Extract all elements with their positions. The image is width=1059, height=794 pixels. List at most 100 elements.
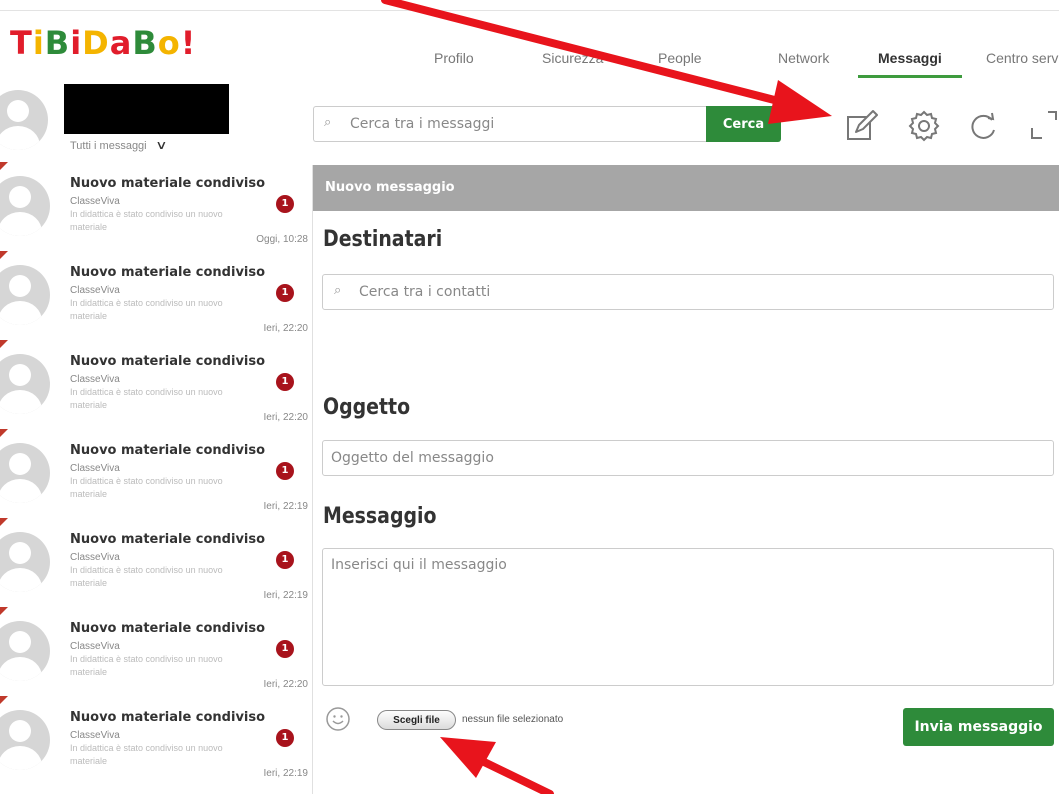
unread-marker	[0, 518, 8, 526]
message-filter-label: Tutti i messaggi	[70, 140, 147, 152]
nav-tab-network[interactable]: Network	[778, 50, 829, 78]
message-sender: ClasseViva	[70, 641, 120, 652]
recipients-label: Destinatari	[323, 227, 443, 252]
message-sender: ClasseViva	[70, 730, 120, 741]
message-time: Ieri, 22:19	[263, 590, 308, 601]
logo-letter: a	[109, 24, 133, 62]
sender-avatar	[0, 443, 50, 503]
message-list-item[interactable]: Nuovo materiale condiviso ClasseViva In di…	[0, 607, 312, 696]
message-time: Ieri, 22:19	[263, 501, 308, 512]
message-time: Ieri, 22:20	[263, 323, 308, 334]
unread-marker	[0, 162, 8, 170]
unread-marker	[0, 607, 8, 615]
recipients-input[interactable]	[359, 281, 1039, 303]
unread-count-badge: 1	[276, 373, 294, 391]
message-preview: In didattica è stato condiviso un nuovo …	[70, 743, 223, 766]
refresh-icon[interactable]	[964, 106, 1004, 146]
message-preview: In didattica è stato condiviso un nuovo …	[70, 476, 223, 499]
search-box: ⌕	[313, 106, 706, 142]
unread-count-badge: 1	[276, 640, 294, 658]
unread-marker	[0, 429, 8, 437]
message-time: Ieri, 22:20	[263, 679, 308, 690]
search-icon: ⌕	[324, 115, 332, 130]
message-title: Nuovo materiale condiviso	[70, 176, 266, 191]
logo-letter: T	[10, 24, 33, 62]
message-sender: ClasseViva	[70, 196, 120, 207]
message-body-input[interactable]	[322, 548, 1054, 686]
redacted-user-name	[64, 84, 229, 134]
message-preview: In didattica è stato condiviso un nuovo …	[70, 298, 223, 321]
search-button[interactable]: Cerca	[706, 106, 781, 142]
message-list-item[interactable]: Nuovo materiale condiviso ClasseViva In di…	[0, 518, 312, 607]
message-preview: In didattica è stato condiviso un nuovo …	[70, 565, 223, 588]
search-input[interactable]	[350, 113, 700, 135]
compose-header-title: Nuovo messaggio	[325, 180, 455, 195]
unread-count-badge: 1	[276, 284, 294, 302]
message-title: Nuovo materiale condiviso	[70, 710, 266, 725]
logo-letter: i	[70, 24, 83, 62]
message-title: Nuovo materiale condiviso	[70, 443, 266, 458]
message-sender: ClasseViva	[70, 285, 120, 296]
gear-icon[interactable]	[904, 106, 944, 146]
message-time: Ieri, 22:19	[263, 768, 308, 779]
unread-marker	[0, 251, 8, 259]
message-list-item[interactable]: Nuovo materiale condiviso ClasseViva In di…	[0, 251, 312, 340]
sender-avatar	[0, 354, 50, 414]
arrow-to-choose-file-button	[440, 737, 554, 794]
nav-tab-sicurezza[interactable]: Sicurezza	[542, 50, 603, 78]
message-time: Ieri, 22:20	[263, 412, 308, 423]
message-label: Messaggio	[323, 504, 437, 529]
top-bar: TiBiDaBo! Profilo Sicurezza People Network M…	[0, 0, 1059, 84]
column-divider	[312, 165, 313, 794]
message-list: Nuovo materiale condiviso ClasseViva In di…	[0, 162, 312, 785]
chevron-down-icon: ∨	[154, 138, 168, 152]
message-sidebar: Tutti i messaggi ∨ Nuovo materiale condiv…	[0, 84, 312, 794]
file-status: nessun file selezionato	[462, 714, 564, 725]
emoji-icon[interactable]	[325, 706, 351, 732]
message-preview: In didattica è stato condiviso un nuovo …	[70, 387, 223, 410]
logo-letter: B	[132, 24, 158, 62]
subject-label: Oggetto	[323, 395, 411, 420]
logo-letter: D	[82, 24, 110, 62]
top-divider	[0, 10, 1059, 11]
message-list-item[interactable]: Nuovo materiale condiviso ClasseViva In di…	[0, 696, 312, 785]
compose-icon[interactable]	[842, 106, 882, 146]
choose-file-button[interactable]: Scegli file	[377, 710, 456, 730]
logo-letter: o	[157, 24, 181, 62]
sender-avatar	[0, 710, 50, 770]
unread-count-badge: 1	[276, 551, 294, 569]
search-icon: ⌕	[334, 283, 342, 298]
message-preview: In didattica è stato condiviso un nuovo …	[70, 654, 223, 677]
message-sender: ClasseViva	[70, 463, 120, 474]
message-preview: In didattica è stato condiviso un nuovo …	[70, 209, 223, 232]
sender-avatar	[0, 532, 50, 592]
expand-icon[interactable]	[1022, 106, 1059, 146]
send-message-button[interactable]: Invia messaggio	[903, 708, 1054, 746]
logo-letter: !	[180, 24, 197, 62]
message-filter-dropdown[interactable]: Tutti i messaggi ∨	[70, 138, 168, 152]
message-time: Oggi, 10:28	[256, 234, 308, 245]
nav-tab-profilo[interactable]: Profilo	[434, 50, 474, 78]
tibidabo-logo[interactable]: TiBiDaBo!	[10, 24, 196, 62]
compose-header: Nuovo messaggio	[313, 165, 1059, 211]
message-title: Nuovo materiale condiviso	[70, 265, 266, 280]
nav-tab-messaggi[interactable]: Messaggi	[858, 50, 962, 78]
unread-marker	[0, 696, 8, 704]
user-avatar	[0, 90, 48, 150]
message-list-item[interactable]: Nuovo materiale condiviso ClasseViva In di…	[0, 162, 312, 251]
user-header: Tutti i messaggi ∨	[0, 84, 312, 160]
message-sender: ClasseViva	[70, 374, 120, 385]
subject-input[interactable]	[322, 440, 1054, 476]
nav-tab-people[interactable]: People	[658, 50, 702, 78]
unread-count-badge: 1	[276, 462, 294, 480]
message-list-item[interactable]: Nuovo materiale condiviso ClasseViva In di…	[0, 429, 312, 518]
message-title: Nuovo materiale condiviso	[70, 621, 266, 636]
sender-avatar	[0, 265, 50, 325]
sender-avatar	[0, 621, 50, 681]
unread-marker	[0, 340, 8, 348]
recipients-field: ⌕	[322, 274, 1054, 310]
nav-tab-centro-servizi[interactable]: Centro servizi	[986, 50, 1059, 78]
message-list-item[interactable]: Nuovo materiale condiviso ClasseViva In di…	[0, 340, 312, 429]
sender-avatar	[0, 176, 50, 236]
message-title: Nuovo materiale condiviso	[70, 354, 266, 369]
